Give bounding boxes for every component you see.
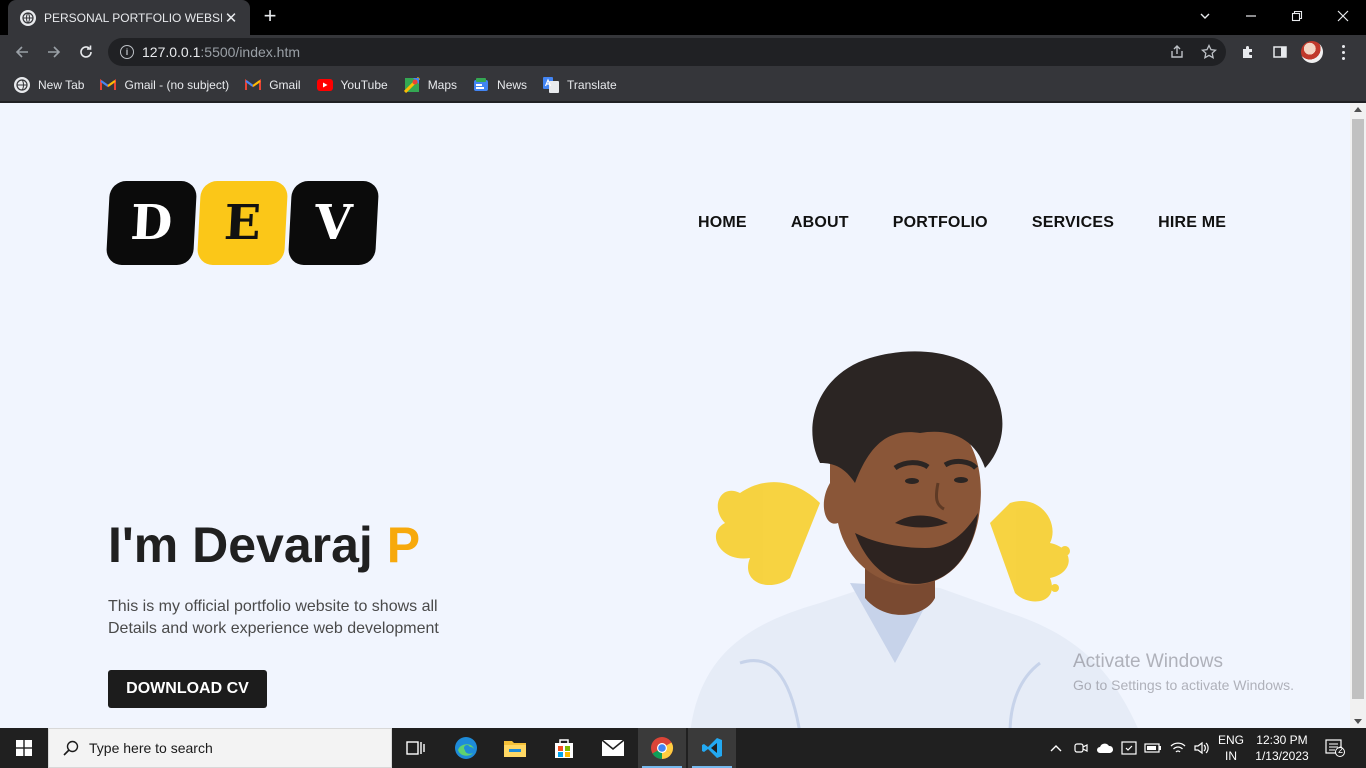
bookmark-youtube[interactable]: YouTube [316, 77, 388, 93]
logo-letter-d: D [105, 181, 198, 265]
address-url: 127.0.0.1:5500/index.htm [142, 44, 301, 60]
forward-arrow-icon[interactable] [41, 39, 67, 65]
clock[interactable]: 12:30 PM 1/13/2023 [1250, 728, 1314, 768]
site-nav: HOME ABOUT PORTFOLIO SERVICES HIRE ME [698, 214, 1270, 232]
restore-button[interactable] [1274, 0, 1320, 32]
close-window-button[interactable] [1320, 0, 1366, 32]
reload-icon[interactable] [73, 39, 99, 65]
bookmark-maps[interactable]: Maps [403, 77, 457, 93]
profile-avatar[interactable] [1301, 41, 1323, 63]
taskbar-search-box[interactable]: Type here to search [48, 728, 392, 768]
search-icon [63, 740, 79, 756]
bookmark-gmail-no-subject[interactable]: Gmail - (no subject) [100, 77, 229, 93]
site-info-icon[interactable]: i [120, 45, 134, 59]
microsoft-store-icon[interactable] [540, 728, 588, 768]
browser-tab[interactable]: PERSONAL PORTFOLIO WEBSITE ✕ [8, 0, 250, 35]
language-indicator[interactable]: ENG IN [1214, 728, 1248, 768]
bookmark-translate[interactable]: Translate [543, 77, 617, 93]
nav-services[interactable]: SERVICES [1032, 214, 1114, 232]
show-hidden-icons-chevron-icon[interactable] [1046, 728, 1066, 768]
gmail-icon [245, 77, 262, 93]
notification-count: 2 [1338, 745, 1344, 755]
nav-home[interactable]: HOME [698, 214, 747, 232]
wifi-icon[interactable] [1167, 728, 1189, 768]
tab-search-chevron-icon[interactable] [1190, 4, 1220, 28]
tab-close-icon[interactable]: ✕ [222, 9, 240, 27]
hero-title-accent: P [386, 517, 421, 573]
new-tab-button[interactable]: + [258, 5, 282, 29]
logo-letter-e: E [196, 181, 289, 265]
tab-title: PERSONAL PORTFOLIO WEBSITE [44, 10, 222, 25]
side-panel-icon[interactable] [1269, 41, 1291, 63]
onedrive-cloud-icon[interactable] [1095, 728, 1115, 768]
share-icon[interactable] [1168, 43, 1186, 61]
security-icon[interactable] [1119, 728, 1139, 768]
page-viewport: D E V HOME ABOUT PORTFOLIO SERVICES HIRE… [0, 103, 1350, 728]
bookmarks-bar: New Tab Gmail - (no subject) Gmail YouTu… [0, 69, 1366, 102]
logo-letter-v: V [287, 181, 380, 265]
windows-taskbar: Type here to search ENG IN 12:30 PM 1/13… [0, 728, 1366, 768]
chrome-menu-icon[interactable] [1336, 41, 1350, 63]
news-icon [473, 77, 489, 93]
search-placeholder: Type here to search [89, 740, 213, 756]
bookmark-news[interactable]: News [473, 77, 527, 93]
bookmark-new-tab[interactable]: New Tab [14, 77, 84, 93]
windows-start-icon[interactable] [0, 728, 48, 768]
file-explorer-icon[interactable] [491, 728, 539, 768]
scroll-thumb[interactable] [1352, 119, 1364, 699]
back-arrow-icon[interactable] [9, 39, 35, 65]
bookmark-gmail[interactable]: Gmail [245, 77, 301, 93]
translate-icon [543, 77, 560, 93]
gmail-icon [100, 77, 117, 93]
bookmark-star-icon[interactable] [1200, 43, 1218, 61]
activate-windows-watermark: Activate Windows Go to Settings to activ… [1073, 651, 1294, 693]
nav-hire-me[interactable]: HIRE ME [1158, 214, 1226, 232]
browser-title-bar: PERSONAL PORTFOLIO WEBSITE ✕ + [0, 0, 1366, 35]
meet-now-icon[interactable] [1072, 728, 1090, 768]
browser-toolbar: i 127.0.0.1:5500/index.htm [0, 35, 1366, 69]
scroll-down-arrow-icon[interactable] [1354, 719, 1362, 724]
notifications-icon[interactable]: 2 [1320, 728, 1350, 768]
maps-icon [403, 77, 420, 93]
nav-about[interactable]: ABOUT [791, 214, 849, 232]
site-logo[interactable]: D E V [105, 181, 380, 265]
volume-icon[interactable] [1191, 728, 1213, 768]
extensions-puzzle-icon[interactable] [1237, 41, 1259, 63]
battery-icon[interactable] [1143, 728, 1163, 768]
minimize-button[interactable] [1228, 0, 1274, 32]
edge-browser-icon[interactable] [442, 728, 490, 768]
hero-description: This is my official portfolio website to… [108, 598, 439, 637]
address-bar[interactable]: i 127.0.0.1:5500/index.htm [108, 38, 1226, 66]
task-view-icon[interactable] [392, 728, 440, 768]
globe-icon [20, 9, 36, 26]
page-scrollbar[interactable] [1350, 103, 1366, 728]
mail-icon[interactable] [589, 728, 637, 768]
hero-title: I'm Devaraj P [108, 517, 421, 573]
youtube-icon [316, 77, 333, 93]
chrome-taskbar-icon[interactable] [638, 728, 686, 768]
scroll-up-arrow-icon[interactable] [1354, 107, 1362, 112]
download-cv-button[interactable]: DOWNLOAD CV [108, 670, 267, 708]
nav-portfolio[interactable]: PORTFOLIO [893, 214, 988, 232]
globe-icon [14, 77, 30, 93]
vscode-icon[interactable] [688, 728, 736, 768]
